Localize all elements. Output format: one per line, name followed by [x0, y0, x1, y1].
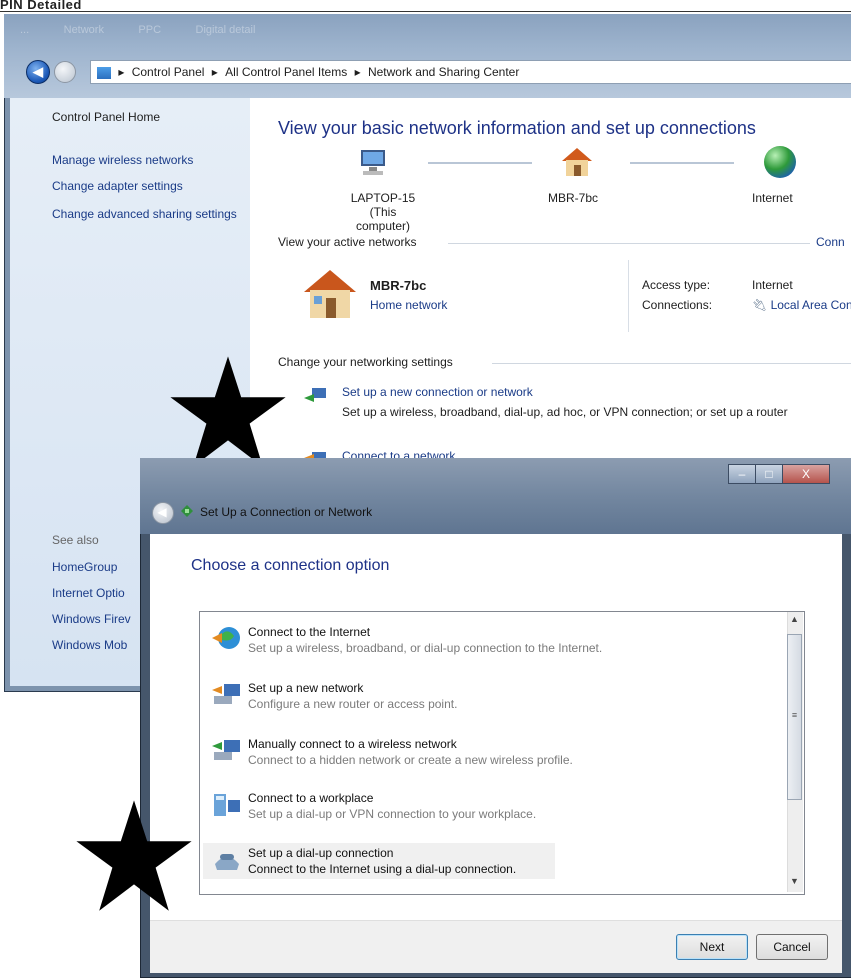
connection-line	[630, 162, 734, 164]
breadcrumb-network-center[interactable]: Network and Sharing Center	[368, 65, 519, 79]
internet-options-link[interactable]: Internet Optio	[52, 586, 125, 600]
option-title[interactable]: Manually connect to a wireless network	[248, 737, 457, 751]
advanced-sharing-link[interactable]: Change advanced sharing settings	[52, 206, 242, 223]
blurred-item: Network	[63, 24, 104, 36]
option-desc: Set up a wireless, broadband, or dial-up…	[248, 641, 603, 655]
dialog-title: Set Up a Connection or Network	[200, 505, 373, 519]
connections-link[interactable]: 🔌︎ Local Area Conn	[752, 298, 851, 312]
dialog-heading: Choose a connection option	[191, 557, 390, 574]
star-icon	[74, 798, 194, 918]
computer-note: (This computer)	[355, 205, 411, 233]
page-title: View your basic network information and …	[278, 118, 756, 138]
connect-disconnect-link[interactable]: Conn	[816, 235, 845, 249]
connections-value: Local Area Conn	[770, 298, 851, 312]
new-connection-icon	[304, 386, 330, 406]
section-divider	[448, 243, 810, 244]
manage-wireless-link[interactable]: Manage wireless networks	[52, 153, 193, 167]
globe-icon	[764, 146, 796, 178]
close-button[interactable]: X	[782, 464, 830, 484]
minimize-button[interactable]: –	[728, 464, 756, 484]
scroll-grip-icon: ≡	[791, 710, 798, 720]
option-desc: Configure a new router or access point.	[248, 697, 458, 711]
next-button[interactable]: Next	[676, 934, 748, 960]
setup-new-connection-link[interactable]: Set up a new connection or network	[342, 385, 533, 399]
window-controls: – □ X	[728, 464, 834, 484]
windows-firewall-link[interactable]: Windows Firev	[52, 612, 131, 626]
address-separator: ▸	[118, 65, 125, 79]
control-panel-icon	[97, 66, 111, 79]
connections-label: Connections:	[642, 298, 713, 312]
scroll-down-icon[interactable]: ▼	[787, 876, 802, 886]
option-title[interactable]: Connect to a workplace	[248, 791, 373, 805]
setup-new-connection-desc: Set up a wireless, broadband, dial-up, a…	[342, 405, 788, 419]
router-label: MBR-7bc	[548, 191, 599, 205]
address-bar-row: ◀ ▸ Control Panel ▸ All Control Panel It…	[14, 56, 851, 86]
vertical-divider	[628, 260, 629, 332]
active-networks-label: View your active networks	[278, 235, 421, 249]
scroll-up-icon[interactable]: ▲	[787, 614, 802, 624]
see-also-label: See also	[52, 533, 99, 547]
home-network-icon	[302, 268, 358, 320]
house-icon	[560, 146, 592, 176]
plug-icon: 🔌︎	[752, 298, 768, 312]
blurred-item: Digital detail	[195, 24, 256, 36]
back-arrow-icon: ◀	[157, 505, 167, 519]
cancel-button[interactable]: Cancel	[756, 934, 828, 960]
top-divider	[0, 11, 851, 12]
breadcrumb-control-panel[interactable]: Control Panel	[132, 65, 205, 79]
windows-mobility-link[interactable]: Windows Mob	[52, 638, 127, 652]
access-type-label: Access type:	[642, 278, 711, 292]
option-desc-selected: Connect to the Internet using a dial-up …	[248, 862, 517, 876]
change-settings-label: Change your networking settings	[278, 355, 457, 369]
computer-name: LAPTOP-15	[350, 191, 416, 205]
network-wizard-icon	[180, 504, 194, 518]
star-icon	[168, 354, 288, 474]
blurred-item: PPC	[138, 24, 162, 36]
access-type-value: Internet	[752, 278, 793, 292]
maximize-button[interactable]: □	[755, 464, 783, 484]
option-title-selected[interactable]: Set up a dial-up connection	[248, 846, 393, 860]
option-desc: Set up a dial-up or VPN connection to yo…	[248, 807, 537, 821]
change-adapter-link[interactable]: Change adapter settings	[52, 179, 183, 193]
back-arrow-icon: ◀	[33, 64, 43, 79]
new-network-icon	[212, 680, 242, 708]
back-button[interactable]: ◀	[26, 60, 50, 84]
dial-up-phone-icon	[212, 846, 242, 874]
section-divider	[492, 363, 851, 364]
homegroup-link[interactable]: HomeGroup	[52, 560, 117, 574]
address-separator: ▸	[211, 65, 218, 79]
address-field[interactable]: ▸ Control Panel ▸ All Control Panel Item…	[90, 60, 851, 84]
workplace-icon	[212, 790, 242, 818]
breadcrumb-all-items[interactable]: All Control Panel Items	[225, 65, 347, 79]
active-networks-header: View your active networks Conn	[278, 235, 851, 249]
blurred-toolbar: ... Network PPC Digital detail	[20, 20, 420, 50]
connection-line	[428, 162, 532, 164]
internet-label: Internet	[752, 191, 793, 205]
change-settings-header: Change your networking settings	[278, 355, 851, 369]
pc-icon	[357, 148, 389, 178]
internet-globe-icon	[212, 624, 242, 652]
option-title[interactable]: Connect to the Internet	[248, 625, 370, 639]
computer-label: LAPTOP-15 (This computer)	[343, 191, 423, 233]
top-cutoff-text: PIN Detailed	[0, 0, 82, 10]
network-name: MBR-7bc	[370, 278, 427, 293]
wireless-network-icon	[212, 736, 242, 764]
network-type-link[interactable]: Home network	[370, 298, 447, 312]
control-panel-home-link[interactable]: Control Panel Home	[52, 110, 160, 124]
forward-button[interactable]	[54, 61, 76, 83]
address-separator: ▸	[354, 65, 361, 79]
option-title[interactable]: Set up a new network	[248, 681, 363, 695]
blurred-item: ...	[20, 24, 30, 36]
option-desc: Connect to a hidden network or create a …	[248, 753, 573, 767]
